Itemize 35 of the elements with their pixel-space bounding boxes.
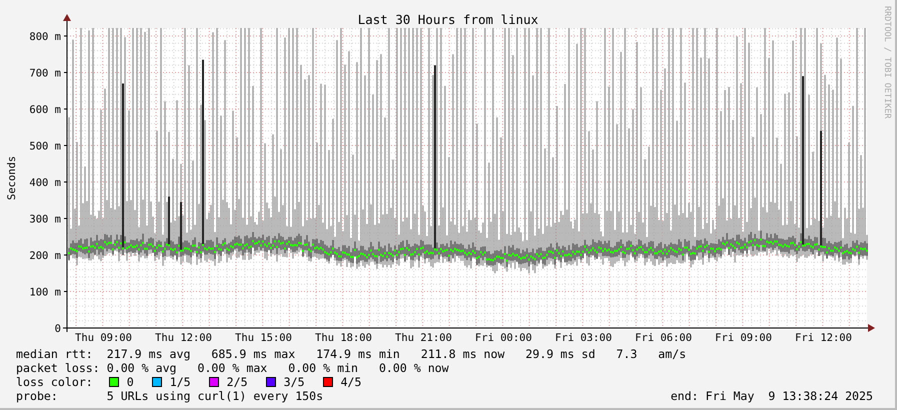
loss-color-label: 1/5 [170, 375, 191, 389]
loss-color-label: 4/5 [340, 375, 362, 389]
credit-text: RRDTOOL / TOBI OETIKER [882, 6, 892, 119]
loss-color-label: 3/5 [284, 375, 305, 389]
y-tick-label: 0 [54, 323, 61, 335]
x-tick-label: Fri 09:00 [715, 332, 772, 341]
x-tick-label: Thu 15:00 [235, 332, 292, 341]
end-time: end: Fri May 9 13:38:24 2025 [670, 389, 873, 403]
legend-label: packet loss: [16, 361, 101, 375]
x-tick-label: Thu 21:00 [395, 332, 452, 341]
y-tick-label: 600 m [29, 104, 61, 116]
x-tick-label: Fri 06:00 [635, 332, 692, 341]
y-tick-label: 700 m [29, 68, 61, 80]
y-tick-label: 300 m [29, 214, 61, 226]
y-tick-label: 400 m [29, 177, 61, 189]
x-tick-label: Thu 18:00 [315, 332, 372, 341]
y-tick-label: 100 m [29, 286, 61, 298]
packet-loss-stats: 0.00 % avg 0.00 % max 0.00 % min 0.00 % now [106, 361, 449, 375]
y-axis-label: Seconds [6, 156, 18, 200]
x-tick-label: Thu 12:00 [155, 332, 212, 341]
loss-color-label: 2/5 [226, 375, 248, 389]
y-tick-label: 800 m [29, 31, 61, 43]
chart-title: Last 30 Hours from linux [358, 12, 538, 27]
y-tick-label: 200 m [29, 250, 61, 262]
median-rtt-stats: 217.9 ms avg 685.9 ms max 174.9 ms min 211.8 ms now 29.9 ms sd 7.3 am/s [106, 347, 686, 361]
legend-label: probe: [16, 389, 59, 403]
x-tick-label: Fri 00:00 [475, 332, 532, 341]
legend-label: loss color: [16, 375, 94, 389]
y-tick-label: 500 m [29, 140, 61, 152]
legend-label: median rtt: [16, 347, 94, 361]
x-tick-label: Fri 12:00 [795, 332, 852, 341]
probe-info: 5 URLs using curl(1) every 150s [106, 389, 324, 403]
x-tick-label: Thu 09:00 [75, 332, 132, 341]
x-tick-label: Fri 03:00 [555, 332, 612, 341]
loss-color-label: 0 [126, 375, 134, 389]
